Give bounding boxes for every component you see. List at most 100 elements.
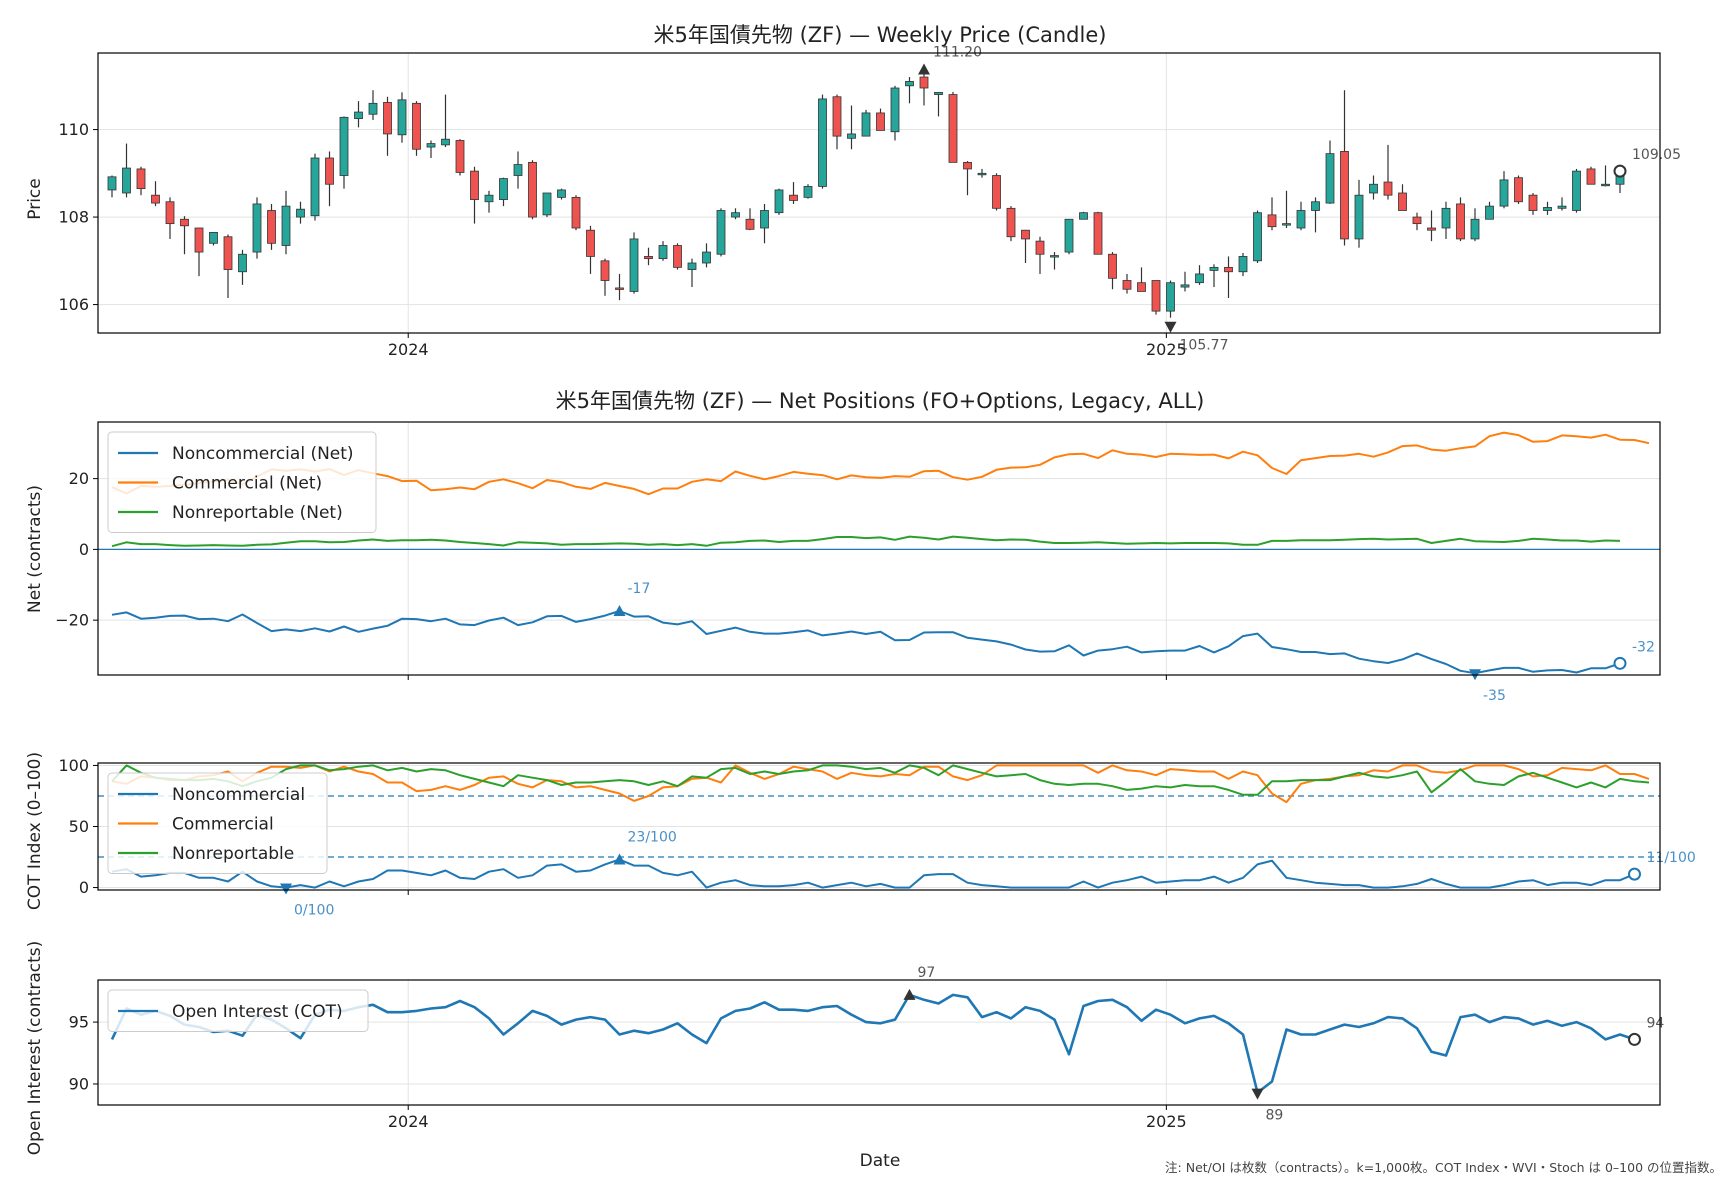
high-label: 23/100 <box>628 829 677 845</box>
candle-body <box>426 143 436 148</box>
x-tick-label: 2024 <box>388 1112 429 1131</box>
candle-body <box>745 218 755 230</box>
candle-body <box>658 245 668 260</box>
candle-body <box>557 189 566 198</box>
y-tick-label: 110 <box>58 120 89 139</box>
candle-body <box>847 133 856 139</box>
candle-body <box>774 189 784 214</box>
last-label: 94 <box>1647 1015 1665 1031</box>
candle-body <box>890 87 900 133</box>
candle-body <box>194 227 204 253</box>
candle-body <box>571 196 581 229</box>
candle-body <box>484 194 494 203</box>
price-plot-frame <box>97 52 1661 334</box>
candle-body <box>1108 253 1117 279</box>
legend-label: Commercial <box>172 815 274 835</box>
candle-body <box>151 194 160 204</box>
candle-body <box>310 157 320 217</box>
candle-body <box>470 170 479 200</box>
candle-body <box>528 161 537 218</box>
candle-body <box>383 102 392 135</box>
low-label: 105.77 <box>1180 338 1229 354</box>
price-y-axis-label: Price <box>25 178 45 219</box>
candle-body <box>1369 183 1378 194</box>
last-label: -32 <box>1632 639 1655 655</box>
legend-label: Noncommercial (Net) <box>172 444 354 464</box>
candle-body <box>1296 210 1306 229</box>
candle-body <box>325 157 334 185</box>
candle-body <box>1325 153 1335 204</box>
legend-label: Nonreportable <box>172 844 294 864</box>
candle-body <box>1543 207 1552 211</box>
candle-body <box>673 245 682 268</box>
candle-body <box>1021 229 1030 240</box>
oi-y-axis-label: Open Interest (contracts) <box>25 941 45 1155</box>
last-marker <box>1628 1032 1641 1046</box>
net-panel-title: 米5年国債先物 (ZF) — Net Positions (FO+Options… <box>556 389 1205 413</box>
candle-body <box>876 112 885 131</box>
cot-legend: Noncommercial Commercial Nonreportable <box>107 772 328 874</box>
candle-body <box>1311 201 1320 211</box>
net-positions-panel: 米5年国債先物 (ZF) — Net Positions (FO+Options… <box>25 389 1661 704</box>
candle-body <box>1441 207 1451 229</box>
x-tick-label: 2025 <box>1146 1112 1187 1131</box>
candle-body <box>1557 205 1567 209</box>
legend-label: Open Interest (COT) <box>172 1002 343 1022</box>
candle-body <box>1586 168 1596 185</box>
candle-body <box>861 112 871 137</box>
candle-body <box>223 236 233 270</box>
high-label: -17 <box>628 581 651 597</box>
price-panel-title: 米5年国債先物 (ZF) — Weekly Price (Candle) <box>654 23 1107 47</box>
candle-body <box>1412 216 1422 225</box>
candle-body <box>209 231 218 244</box>
candle-body <box>1398 192 1407 211</box>
candle-body <box>1267 214 1277 228</box>
x-tick-label: 2025 <box>1146 340 1187 359</box>
low-marker <box>280 883 292 895</box>
candle-body <box>615 287 624 290</box>
candle-body <box>919 76 929 89</box>
candle-body <box>1064 218 1074 253</box>
candle-body <box>1166 282 1175 312</box>
footnote: 注: Net/OI は枚数（contracts）。k=1,000枚。COT In… <box>1165 1160 1722 1175</box>
y-tick-label: 90 <box>69 1074 89 1093</box>
candle-body <box>1079 212 1088 220</box>
candle-body <box>1180 284 1190 288</box>
candle-body <box>1224 266 1233 273</box>
candle-body <box>789 194 798 201</box>
candle-body <box>600 260 610 281</box>
series-line <box>111 535 1621 548</box>
candle-body <box>716 210 726 255</box>
cot-grid <box>98 763 1660 890</box>
candle-body <box>397 99 407 136</box>
candle-body <box>513 164 523 176</box>
last-label: 11/100 <box>1647 850 1696 866</box>
candle-body <box>339 116 349 176</box>
candle-body <box>1137 282 1146 292</box>
candle-body <box>1470 218 1480 240</box>
figure: 米5年国債先物 (ZF) — Weekly Price (Candle) Pri… <box>25 23 1722 1175</box>
candle-body <box>963 161 972 170</box>
candle-body <box>934 91 943 95</box>
last-label: 109.05 <box>1632 147 1681 163</box>
candle-body <box>455 140 465 173</box>
last-marker <box>1613 164 1627 178</box>
candle-body <box>760 210 769 229</box>
candle-body <box>441 138 450 146</box>
last-marker <box>1613 656 1627 670</box>
candle-body <box>122 167 131 194</box>
candle-body <box>1238 256 1248 273</box>
cot-index-panel: COT Index (0–100) 23/100 0/100 11/100 0 50 1… <box>25 752 1696 919</box>
y-tick-label: 100 <box>58 756 89 775</box>
candle-body <box>281 205 291 246</box>
price-annotations: 111.20105.77109.05 <box>918 44 1681 354</box>
price-panel: 米5年国債先物 (ZF) — Weekly Price (Candle) Pri… <box>25 23 1681 359</box>
x-tick-label: 2024 <box>388 340 429 359</box>
price-grid <box>98 53 1660 333</box>
candle-body <box>731 212 740 218</box>
y-tick-label: 106 <box>58 295 89 314</box>
high-marker <box>903 988 916 1000</box>
low-label: -35 <box>1483 688 1506 704</box>
series-line <box>111 858 1635 889</box>
low-label: 0/100 <box>294 903 334 919</box>
